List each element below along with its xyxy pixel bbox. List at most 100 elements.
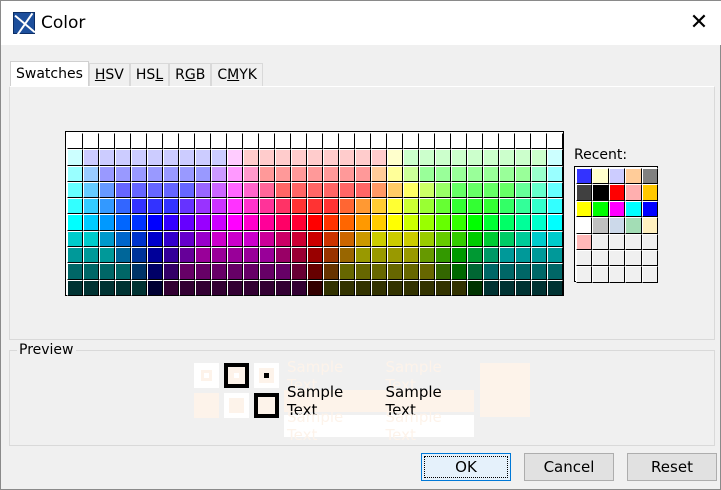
color-swatch[interactable] (531, 247, 547, 264)
color-swatch[interactable] (179, 181, 195, 199)
color-swatch[interactable] (83, 149, 99, 166)
recent-swatch[interactable] (641, 168, 658, 185)
color-swatch[interactable] (387, 247, 403, 264)
color-swatch[interactable] (355, 247, 371, 264)
color-swatch[interactable] (371, 263, 387, 280)
recent-swatch[interactable] (608, 184, 626, 201)
color-swatch[interactable] (403, 181, 419, 199)
color-swatch[interactable] (387, 181, 403, 199)
color-swatch[interactable] (451, 230, 467, 248)
color-swatch[interactable] (115, 247, 131, 264)
recent-swatch[interactable] (625, 168, 642, 185)
recent-swatch-empty[interactable] (608, 249, 626, 267)
color-swatch[interactable] (227, 198, 243, 215)
color-swatch[interactable] (99, 230, 115, 248)
color-swatch[interactable] (499, 247, 515, 264)
color-swatch[interactable] (147, 230, 163, 248)
color-swatch[interactable] (99, 133, 115, 150)
color-swatch[interactable] (419, 181, 435, 199)
color-swatch[interactable] (275, 149, 291, 166)
color-swatch[interactable] (83, 181, 99, 199)
color-swatch[interactable] (467, 181, 483, 199)
color-swatch[interactable] (275, 247, 291, 264)
color-swatch[interactable] (355, 198, 371, 215)
color-swatch[interactable] (387, 263, 403, 280)
color-swatch[interactable] (403, 165, 419, 182)
color-swatch[interactable] (307, 247, 323, 264)
color-swatch[interactable] (515, 279, 531, 296)
color-swatch[interactable] (83, 247, 99, 264)
color-swatch[interactable] (435, 279, 451, 296)
color-swatch[interactable] (291, 214, 307, 231)
color-swatch[interactable] (355, 230, 371, 248)
recent-swatch-empty[interactable] (625, 233, 642, 250)
color-swatch[interactable] (179, 165, 195, 182)
color-swatch[interactable] (371, 133, 387, 150)
color-swatch[interactable] (67, 198, 83, 215)
color-swatch[interactable] (115, 279, 131, 296)
color-swatch[interactable] (435, 165, 451, 182)
recent-swatch-empty[interactable] (641, 266, 658, 283)
color-swatch[interactable] (227, 214, 243, 231)
color-swatch[interactable] (227, 247, 243, 264)
color-swatch[interactable] (547, 198, 563, 215)
color-swatch[interactable] (211, 279, 227, 296)
color-swatch[interactable] (323, 165, 339, 182)
color-swatch[interactable] (547, 133, 563, 150)
color-swatch[interactable] (195, 247, 211, 264)
color-swatch[interactable] (531, 263, 547, 280)
color-swatch[interactable] (147, 181, 163, 199)
color-swatch[interactable] (243, 181, 259, 199)
color-swatch[interactable] (371, 165, 387, 182)
color-swatch[interactable] (195, 165, 211, 182)
color-swatch[interactable] (211, 165, 227, 182)
color-swatch[interactable] (227, 165, 243, 182)
color-swatch[interactable] (307, 181, 323, 199)
color-swatch[interactable] (67, 165, 83, 182)
color-swatch[interactable] (307, 133, 323, 150)
color-swatch[interactable] (387, 214, 403, 231)
color-swatch[interactable] (211, 263, 227, 280)
color-swatch[interactable] (419, 214, 435, 231)
color-swatch[interactable] (259, 230, 275, 248)
color-swatch[interactable] (179, 279, 195, 296)
color-swatch[interactable] (547, 279, 563, 296)
color-swatch[interactable] (147, 198, 163, 215)
color-swatch[interactable] (259, 198, 275, 215)
recent-swatch[interactable] (608, 168, 626, 185)
color-swatch[interactable] (467, 230, 483, 248)
color-swatch[interactable] (483, 165, 499, 182)
color-swatch[interactable] (419, 279, 435, 296)
color-swatch[interactable] (323, 279, 339, 296)
color-swatch[interactable] (131, 214, 147, 231)
recent-swatch[interactable] (608, 217, 626, 234)
color-swatch[interactable] (355, 181, 371, 199)
color-swatch[interactable] (371, 181, 387, 199)
color-swatch[interactable] (371, 247, 387, 264)
color-swatch[interactable] (531, 165, 547, 182)
color-swatch[interactable] (371, 149, 387, 166)
color-swatch[interactable] (115, 198, 131, 215)
color-swatch[interactable] (259, 279, 275, 296)
color-swatch[interactable] (307, 230, 323, 248)
color-swatch[interactable] (387, 279, 403, 296)
color-swatch[interactable] (259, 247, 275, 264)
color-swatch[interactable] (531, 133, 547, 150)
color-swatch[interactable] (131, 263, 147, 280)
color-swatch[interactable] (227, 181, 243, 199)
color-swatch[interactable] (195, 230, 211, 248)
color-swatch[interactable] (115, 230, 131, 248)
color-swatch[interactable] (403, 263, 419, 280)
color-swatch[interactable] (323, 181, 339, 199)
color-swatch[interactable] (131, 247, 147, 264)
color-swatch[interactable] (451, 181, 467, 199)
color-swatch[interactable] (307, 214, 323, 231)
color-swatch[interactable] (115, 133, 131, 150)
color-swatch[interactable] (163, 214, 179, 231)
color-swatch[interactable] (83, 165, 99, 182)
color-swatch[interactable] (99, 214, 115, 231)
color-swatch[interactable] (499, 181, 515, 199)
color-swatch[interactable] (163, 165, 179, 182)
color-swatch[interactable] (419, 149, 435, 166)
color-swatch[interactable] (435, 230, 451, 248)
